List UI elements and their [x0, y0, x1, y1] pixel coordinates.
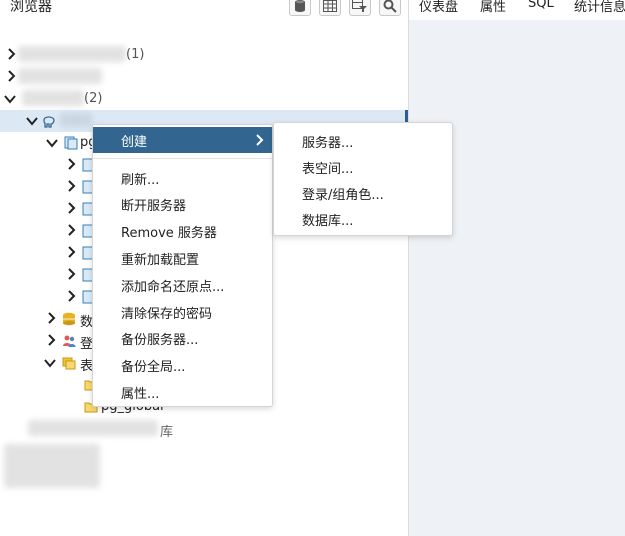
tree-label-count: (2) — [84, 91, 103, 106]
menu-item-label: 备份服务器... — [121, 333, 199, 348]
filter-rows-button[interactable] — [349, 0, 371, 16]
menu-item-backup-globals[interactable]: 备份全局... — [93, 352, 272, 378]
tree-label-obscured: 库 — [160, 425, 174, 440]
menu-item-backup-server[interactable]: 备份服务器... — [93, 325, 272, 351]
menu-item-label: 断开服务器 — [121, 199, 187, 214]
redacted-block — [4, 444, 100, 488]
menu-item-reload-config[interactable]: 重新加载配置 — [93, 245, 272, 271]
chevron-down-icon[interactable] — [4, 94, 16, 104]
tab-sql[interactable]: SQL — [528, 0, 554, 11]
menu-item-clear-password[interactable]: 清除保存的密码 — [93, 299, 272, 325]
tree-label-count: (1) — [126, 47, 145, 62]
menu-item-label: Remove 服务器 — [121, 226, 217, 241]
menu-item-label: 添加命名还原点... — [121, 280, 225, 295]
search-objects-button[interactable] — [379, 0, 401, 16]
tree-row-obscured[interactable]: 库 — [0, 418, 408, 440]
context-menu: 创建 刷新... 断开服务器 Remove 服务器 重新加载配置 添加命名还原点… — [92, 124, 273, 407]
menu-item-label: 刷新... — [121, 173, 160, 188]
view-data-button[interactable] — [319, 0, 341, 16]
menu-item-add-restore-point[interactable]: 添加命名还原点... — [93, 272, 272, 298]
submenu-item-label: 表空间... — [302, 162, 354, 177]
search-icon — [383, 0, 397, 13]
chevron-right-icon[interactable] — [6, 70, 16, 82]
menu-item-remove-server[interactable]: Remove 服务器 — [93, 218, 272, 244]
chevron-right-icon[interactable] — [46, 334, 56, 346]
chevron-down-icon[interactable] — [26, 116, 38, 126]
menu-item-label: 备份全局... — [121, 360, 186, 375]
filtered-table-icon — [352, 0, 367, 12]
menu-item-create[interactable]: 创建 — [93, 127, 272, 153]
elephant-server-icon — [43, 116, 55, 128]
menu-item-label: 重新加载配置 — [121, 253, 200, 268]
tree-row-server-group-3[interactable]: (2) — [0, 88, 408, 110]
menu-item-disconnect-server[interactable]: 断开服务器 — [93, 191, 272, 217]
chevron-right-icon — [256, 134, 264, 146]
tab-dashboard[interactable]: 仪表盘 — [419, 0, 458, 15]
tab-properties[interactable]: 属性 — [480, 0, 506, 15]
tree-row-server-group-1[interactable]: (1) — [0, 44, 408, 66]
submenu-item-database[interactable]: 数据库... — [274, 205, 452, 231]
chevron-right-icon[interactable] — [66, 268, 76, 280]
chevron-down-icon[interactable] — [46, 138, 58, 148]
browser-title: 浏览器 — [10, 0, 52, 15]
redacted-label — [28, 420, 158, 436]
browser-header: 浏览器 — [0, 0, 408, 18]
menu-item-label: 创建 — [121, 135, 148, 150]
chevron-right-icon[interactable] — [66, 246, 76, 258]
redacted-label — [60, 113, 92, 127]
query-tool-button[interactable] — [289, 0, 311, 16]
submenu-item-tablespace[interactable]: 表空间... — [274, 153, 452, 179]
create-submenu: 服务器... 表空间... 登录/组角色... 数据库... — [273, 122, 453, 236]
submenu-item-label: 数据库... — [302, 214, 354, 229]
menu-item-label: 属性... — [121, 387, 160, 402]
submenu-item-login-role[interactable]: 登录/组角色... — [274, 179, 452, 205]
folders-icon — [62, 357, 76, 370]
submenu-item-server[interactable]: 服务器... — [274, 127, 452, 153]
menu-item-properties[interactable]: 属性... — [93, 379, 272, 405]
chevron-down-icon[interactable] — [44, 358, 56, 368]
redacted-label — [22, 90, 84, 106]
redacted-label — [18, 46, 126, 62]
chevron-right-icon[interactable] — [66, 290, 76, 302]
chevron-right-icon[interactable] — [6, 48, 16, 60]
tab-statistics[interactable]: 统计信息 — [574, 0, 625, 15]
databases-icon — [63, 312, 75, 326]
database-icon — [295, 0, 305, 12]
chevron-right-icon[interactable] — [66, 180, 76, 192]
menu-item-refresh[interactable]: 刷新... — [93, 165, 272, 191]
redacted-label — [18, 68, 102, 84]
submenu-item-label: 登录/组角色... — [302, 188, 384, 203]
chevron-right-icon[interactable] — [66, 224, 76, 236]
tree-row-server-group-2[interactable] — [0, 66, 408, 88]
chevron-right-icon[interactable] — [46, 312, 56, 324]
table-grid-icon — [323, 0, 337, 12]
submenu-item-label: 服务器... — [302, 136, 354, 151]
menu-item-label: 清除保存的密码 — [121, 307, 213, 322]
chevron-right-icon[interactable] — [66, 202, 76, 214]
chevron-right-icon[interactable] — [66, 158, 76, 170]
users-icon — [63, 335, 76, 347]
detail-panel: 仪表盘 属性 SQL 统计信息 — [409, 0, 625, 536]
tab-strip: 仪表盘 属性 SQL 统计信息 — [409, 0, 625, 20]
menu-separator — [93, 158, 272, 159]
database-icon — [64, 136, 78, 150]
